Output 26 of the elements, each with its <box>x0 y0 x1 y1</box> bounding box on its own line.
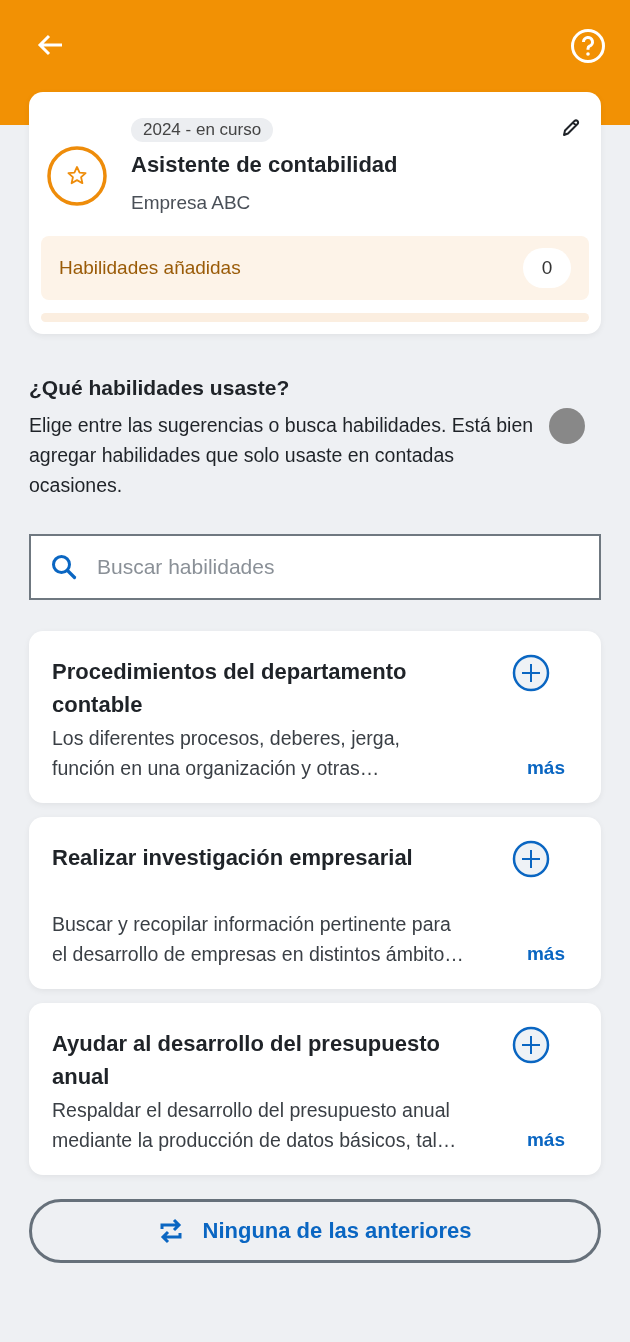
skill-title: Ayudar al desarrollo del presupuesto anual <box>52 1030 441 1091</box>
star-badge-icon <box>47 146 107 206</box>
question-title: ¿Qué habilidades usaste? <box>29 376 291 400</box>
skill-description: Los diferentes procesos, deberes, jerga, función en una organización y otras… <box>52 726 401 781</box>
skill-description: Respaldar el desarrollo del presupuesto anual mediante la producción de datos básicos, tal… <box>52 1098 458 1153</box>
add-icon[interactable] <box>512 840 550 878</box>
question-description: Elige entre las sugerencias o busca habilidades. Está bien agregar habilidades que solo usaste en contadas ocasiones. <box>29 413 535 498</box>
add-icon[interactable] <box>512 1026 550 1064</box>
company-name: Empresa ABC <box>131 192 251 214</box>
skill-title: Realizar investigación empresarial <box>52 844 414 872</box>
status-dot <box>549 408 585 444</box>
search-icon <box>51 554 77 580</box>
skill-description: Buscar y recopilar información pertinente para el desarrollo de empresas en distintos ámbito… <box>52 912 465 967</box>
pencil-icon[interactable] <box>561 118 581 138</box>
more-link[interactable]: más <box>526 753 565 783</box>
period-tag: 2024 - en curso <box>131 118 274 142</box>
more-link[interactable]: más <box>526 939 565 969</box>
skills-added-label: Habilidades añadidas <box>59 257 241 279</box>
swap-icon <box>158 1217 183 1245</box>
search-field[interactable]: Buscar habilidades <box>29 534 601 600</box>
none-of-the-above-button[interactable]: Ninguna de las anteriores <box>29 1199 601 1263</box>
job-title: Asistente de contabilidad <box>131 152 398 178</box>
skills-count: 0 <box>523 248 571 288</box>
skill-title: Procedimientos del departamento contable <box>52 658 408 719</box>
more-link[interactable]: más <box>526 1125 565 1155</box>
add-icon[interactable] <box>512 654 550 692</box>
